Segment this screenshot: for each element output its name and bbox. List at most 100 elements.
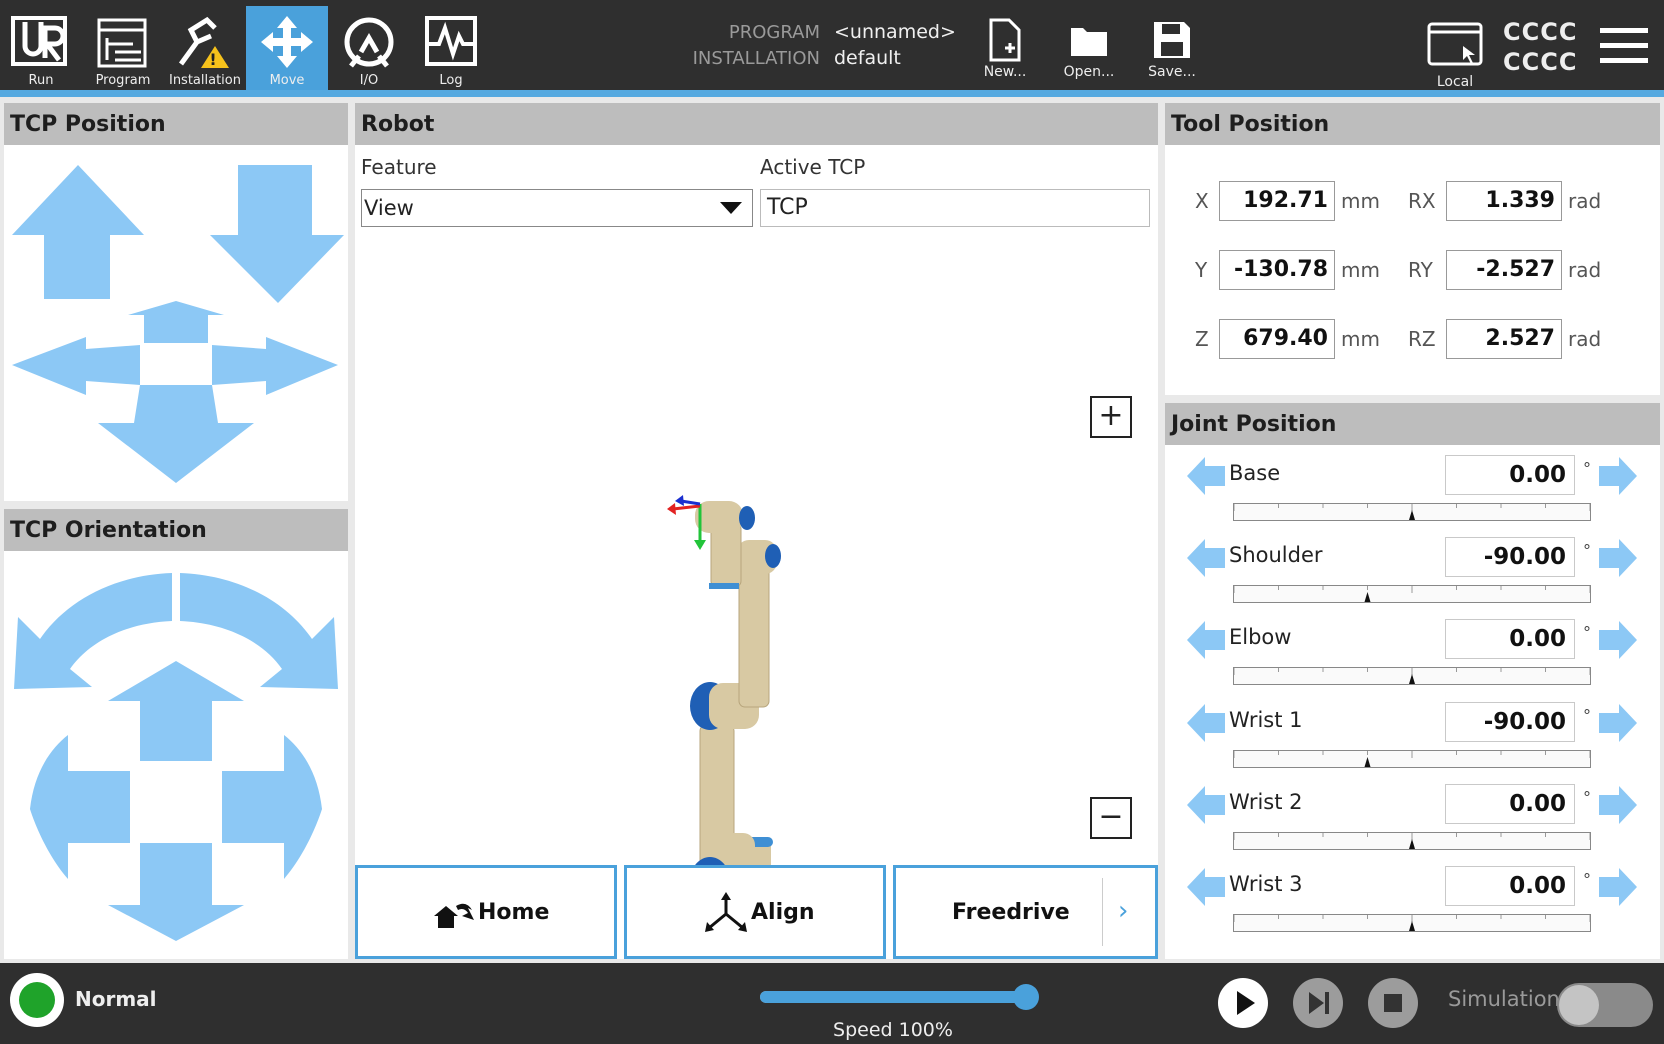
joint-decrease-button[interactable] [1185,702,1227,744]
joint-value-field[interactable]: 0.00 [1445,783,1575,824]
joint-slider-marker [1409,838,1415,849]
play-button[interactable] [1218,978,1268,1028]
joint-increase-button[interactable] [1597,702,1639,744]
zoom-out-button[interactable]: − [1090,797,1132,839]
joint-value-field[interactable]: 0.00 [1445,455,1575,495]
step-button[interactable] [1293,978,1343,1028]
align-button[interactable]: Align [624,865,886,959]
y-forward-arrow[interactable] [128,301,224,343]
rz-field[interactable]: 2.527 [1446,319,1562,359]
hamburger-menu-button[interactable] [1600,26,1650,66]
joint-value-field[interactable]: -90.00 [1445,537,1575,578]
tilt-up-arrow[interactable] [108,661,244,761]
joint-increase-button[interactable] [1597,866,1639,908]
arrow-right-icon [1599,703,1637,742]
speed-slider-thumb[interactable] [1013,984,1039,1010]
joint-slider-track[interactable] [1233,831,1591,850]
chevron-down-icon [720,202,742,214]
rotate-left-arrow[interactable] [14,573,172,689]
x-right-arrow[interactable] [212,337,338,395]
z-label: Z [1195,327,1209,351]
z-unit: mm [1341,327,1380,351]
simulation-toggle[interactable] [1557,983,1653,1027]
tcp-orientation-arrows [14,573,338,941]
z-up-arrow[interactable] [12,165,144,299]
z-down-arrow[interactable] [210,165,344,303]
joint-value-field[interactable]: 0.00 [1445,619,1575,660]
joint-decrease-button[interactable] [1185,619,1227,661]
feature-dropdown[interactable]: View [361,189,753,227]
joint-name-label: Wrist 3 [1229,872,1303,896]
robot-title: Robot [355,103,1158,145]
joint-slider-ticks [1233,750,1591,767]
joint-increase-button[interactable] [1597,784,1639,826]
new-button[interactable]: New... [965,12,1045,84]
active-tcp-field[interactable]: TCP [760,189,1150,227]
speed-slider-track[interactable] [760,991,1026,1003]
degree-unit: ° [1583,623,1591,643]
rx-field[interactable]: 1.339 [1446,181,1562,221]
home-button[interactable]: Home [355,865,617,959]
joint-slider-track[interactable] [1233,585,1591,604]
nav-log-button[interactable]: Log [410,6,492,90]
nav-installation-button[interactable]: ! Installation [164,6,246,90]
stop-button[interactable] [1368,978,1418,1028]
y-backward-arrow[interactable] [98,385,254,483]
joint-increase-button[interactable] [1597,455,1639,497]
joint-value-field[interactable]: -90.00 [1445,701,1575,742]
user-line-2: CCCC [1503,48,1578,76]
joint-position-title: Joint Position [1165,403,1660,445]
simulation-label: Simulation [1448,987,1560,1011]
nav-run-button[interactable]: Run [0,6,82,90]
nav-io-button[interactable]: I/O [328,6,410,90]
simulation-toggle-knob [1559,985,1599,1025]
status-label: Normal [75,987,157,1011]
arrow-right-icon [1599,785,1637,824]
joint-slider-track[interactable] [1233,914,1591,932]
y-field[interactable]: -130.78 [1219,250,1335,290]
joint-value-field[interactable]: 0.00 [1445,866,1575,906]
robot-3d-view[interactable] [355,233,1075,963]
x-left-arrow[interactable] [12,337,140,395]
zoom-in-button[interactable]: + [1090,396,1132,438]
freedrive-button[interactable]: Freedrive › [893,865,1158,959]
y-label: Y [1195,258,1208,282]
joint-slider-track[interactable] [1233,749,1591,768]
nav-move-button[interactable]: Move [246,6,328,90]
joint-slider-marker [1364,756,1371,767]
move-arrows-icon [261,16,313,68]
ry-field[interactable]: -2.527 [1446,250,1562,290]
x-field[interactable]: 192.71 [1219,181,1335,221]
speed-label: Speed 100% [833,1019,953,1041]
feature-dropdown-value: View [364,196,414,220]
joint-decrease-button[interactable] [1185,537,1227,579]
joint-slider-track[interactable] [1233,667,1591,686]
joint-slider-ticks [1233,915,1591,931]
tilt-down-arrow[interactable] [108,843,244,941]
save-button[interactable]: Save... [1132,12,1212,84]
rotate-right-arrow[interactable] [180,573,338,689]
joint-slider-ticks [1233,832,1591,849]
degree-unit: ° [1583,541,1591,561]
tilt-right-arrow[interactable] [222,735,322,879]
local-control-button[interactable]: Local [1413,12,1497,90]
home-icon [434,903,474,928]
joint-decrease-button[interactable] [1185,866,1227,908]
svg-text:!: ! [209,50,216,69]
z-field[interactable]: 679.40 [1219,319,1335,359]
joint-slider-track[interactable] [1233,503,1591,521]
joint-increase-button[interactable] [1597,537,1639,579]
hamburger-menu-icon [1600,28,1648,63]
chevron-right-icon[interactable]: › [1118,896,1128,926]
joint-name-label: Wrist 1 [1229,707,1303,732]
step-icon [1309,992,1329,1014]
joint-decrease-button[interactable] [1185,455,1227,497]
joint-increase-button[interactable] [1597,619,1639,661]
nav-program-button[interactable]: Program [82,6,164,90]
status-indicator[interactable] [10,973,64,1027]
feature-label: Feature [361,155,437,179]
joint-decrease-button[interactable] [1185,784,1227,826]
tilt-left-arrow[interactable] [30,735,130,879]
arrow-left-icon [1187,621,1225,660]
open-button[interactable]: Open... [1049,12,1129,84]
